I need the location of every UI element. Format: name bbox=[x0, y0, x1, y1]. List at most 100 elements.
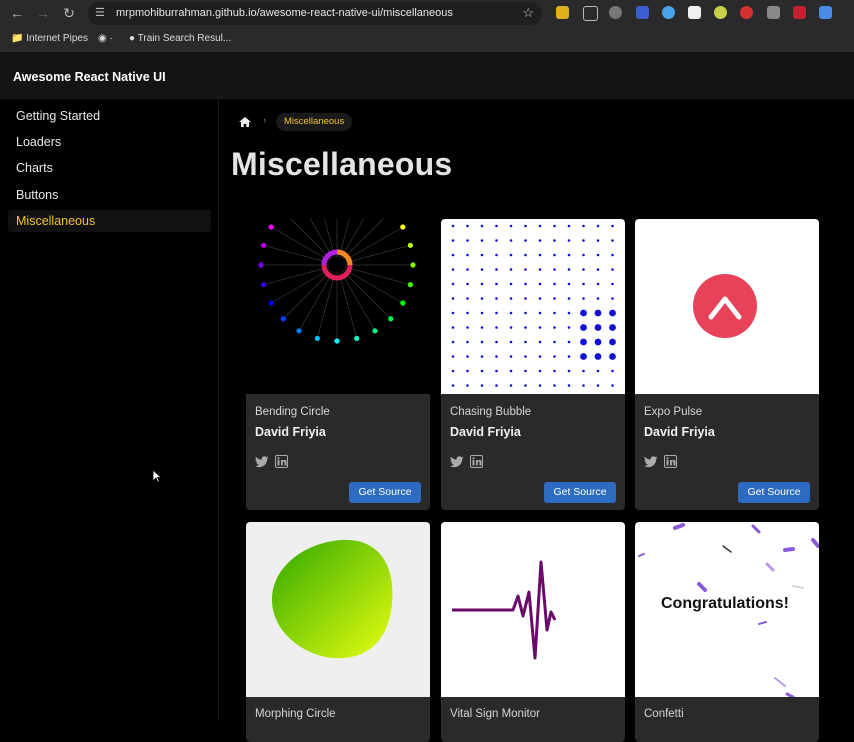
bubble-dot bbox=[596, 253, 600, 257]
bubble-dot bbox=[495, 355, 498, 358]
site-settings-icon[interactable]: ☰ bbox=[95, 6, 109, 20]
bubble-dot bbox=[466, 282, 469, 286]
sidebar: Getting Started Loaders Charts Buttons M… bbox=[0, 99, 219, 720]
bubble-dot bbox=[538, 326, 542, 329]
bubble-dot bbox=[596, 384, 600, 387]
bubble-dot bbox=[567, 253, 571, 257]
linkedin-icon[interactable] bbox=[470, 455, 483, 468]
extension-icon[interactable] bbox=[583, 6, 598, 21]
bubble-dot bbox=[611, 224, 614, 228]
sidebar-item-getting-started[interactable]: Getting Started bbox=[8, 105, 211, 127]
bubble-dot bbox=[553, 282, 556, 286]
extension-icon[interactable] bbox=[609, 6, 622, 19]
bubble-dot bbox=[524, 282, 527, 286]
url-text: mrpmohiburrahman.github.io/awesome-react… bbox=[116, 7, 453, 19]
morphing-circle-preview bbox=[246, 522, 430, 697]
extension-icon[interactable] bbox=[662, 6, 675, 19]
get-source-button[interactable]: Get Source bbox=[738, 482, 810, 503]
sidebar-item-loaders[interactable]: Loaders bbox=[8, 131, 211, 153]
globe-icon[interactable]: ◉ · bbox=[98, 33, 113, 44]
bookmark-star-icon[interactable]: ☆ bbox=[522, 5, 534, 21]
sidebar-item-miscellaneous[interactable]: Miscellaneous bbox=[8, 210, 211, 232]
forward-icon[interactable]: → bbox=[33, 4, 53, 22]
bubble-dot bbox=[509, 268, 513, 271]
bubble-dot bbox=[451, 311, 455, 315]
sidebar-item-buttons[interactable]: Buttons bbox=[8, 184, 211, 206]
bubble-dot bbox=[580, 353, 587, 360]
twitter-icon[interactable] bbox=[450, 456, 464, 468]
card-confetti: Congratulations! Confetti bbox=[635, 522, 819, 742]
get-source-button[interactable]: Get Source bbox=[544, 482, 616, 503]
bubble-dot bbox=[495, 311, 498, 315]
linkedin-icon[interactable] bbox=[275, 455, 288, 468]
card-bending-circle: Bending Circle David Friyia Get Source bbox=[246, 219, 430, 510]
bubble-dot bbox=[538, 355, 542, 358]
bubble-dot bbox=[553, 340, 556, 344]
bubble-dot bbox=[495, 384, 498, 387]
twitter-icon[interactable] bbox=[255, 456, 269, 468]
reload-icon[interactable]: ↻ bbox=[59, 4, 79, 22]
bubble-dot bbox=[611, 253, 614, 257]
bubble-dot bbox=[596, 297, 600, 300]
card-author: David Friyia bbox=[450, 425, 521, 439]
home-icon[interactable] bbox=[238, 115, 252, 129]
sidebar-item-charts[interactable]: Charts bbox=[8, 157, 211, 179]
bubble-dot bbox=[466, 224, 469, 228]
bubble-dot bbox=[582, 268, 585, 271]
bubble-dot bbox=[609, 353, 616, 360]
orbit-dot bbox=[388, 316, 394, 322]
breadcrumb-current[interactable]: Miscellaneous bbox=[276, 113, 353, 131]
chasing-bubble-preview bbox=[441, 219, 625, 394]
orbit-dot bbox=[268, 224, 274, 230]
extension-icon[interactable] bbox=[740, 6, 753, 19]
extension-icon[interactable] bbox=[714, 6, 727, 19]
bookmark-train-search[interactable]: ● Train Search Resul... bbox=[129, 33, 231, 44]
bubble-dot bbox=[509, 311, 513, 315]
bubble-dot bbox=[538, 239, 542, 242]
vital-sign-preview bbox=[441, 522, 625, 697]
bubble-dot bbox=[596, 282, 600, 286]
bubble-dot bbox=[609, 324, 616, 331]
extension-icon[interactable] bbox=[688, 6, 701, 19]
bubble-dot bbox=[582, 384, 585, 387]
bubble-dot bbox=[509, 297, 513, 300]
twitter-icon[interactable] bbox=[644, 456, 658, 468]
orbit-dot bbox=[407, 282, 414, 288]
breadcrumb-separator: › bbox=[263, 115, 267, 126]
extension-icon[interactable] bbox=[636, 6, 649, 19]
bookmark-internet-pipes[interactable]: 📁 Internet Pipes bbox=[11, 33, 88, 44]
address-bar[interactable]: ☰ mrpmohiburrahman.github.io/awesome-rea… bbox=[88, 2, 542, 25]
bubble-dot bbox=[480, 384, 484, 387]
bubble-dot bbox=[495, 326, 498, 329]
card-name: Expo Pulse bbox=[644, 406, 703, 418]
get-source-button[interactable]: Get Source bbox=[349, 482, 421, 503]
extension-icon[interactable] bbox=[819, 6, 832, 19]
back-icon[interactable]: ← bbox=[7, 4, 27, 22]
bubble-dot bbox=[451, 297, 455, 300]
bubble-dot bbox=[582, 297, 585, 300]
orbit-dot bbox=[260, 242, 267, 248]
extension-icon[interactable] bbox=[556, 6, 569, 19]
linkedin-icon[interactable] bbox=[664, 455, 677, 468]
orbit-dot bbox=[372, 328, 378, 334]
extension-icon[interactable] bbox=[767, 6, 780, 19]
bubble-dot bbox=[480, 268, 484, 271]
bubble-dot bbox=[451, 268, 455, 271]
extension-icon[interactable] bbox=[793, 6, 806, 19]
bubble-dot bbox=[480, 355, 484, 358]
confetti-text: Congratulations! bbox=[661, 595, 789, 612]
bubble-dot bbox=[611, 384, 614, 387]
bubble-dot bbox=[524, 224, 527, 228]
app-title[interactable]: Awesome React Native UI bbox=[13, 70, 166, 84]
bubble-dot bbox=[567, 340, 571, 344]
bubble-dot bbox=[466, 326, 469, 329]
bookmark-label: Internet Pipes bbox=[26, 33, 88, 44]
bubble-dot bbox=[451, 239, 455, 242]
bubble-dot bbox=[580, 338, 587, 346]
bubble-dot bbox=[582, 239, 585, 242]
bubble-dot bbox=[596, 224, 600, 228]
card-name: Confetti bbox=[644, 708, 684, 720]
bubble-dot bbox=[509, 239, 513, 242]
bubble-dot bbox=[594, 309, 602, 317]
bubble-dot bbox=[466, 340, 469, 344]
